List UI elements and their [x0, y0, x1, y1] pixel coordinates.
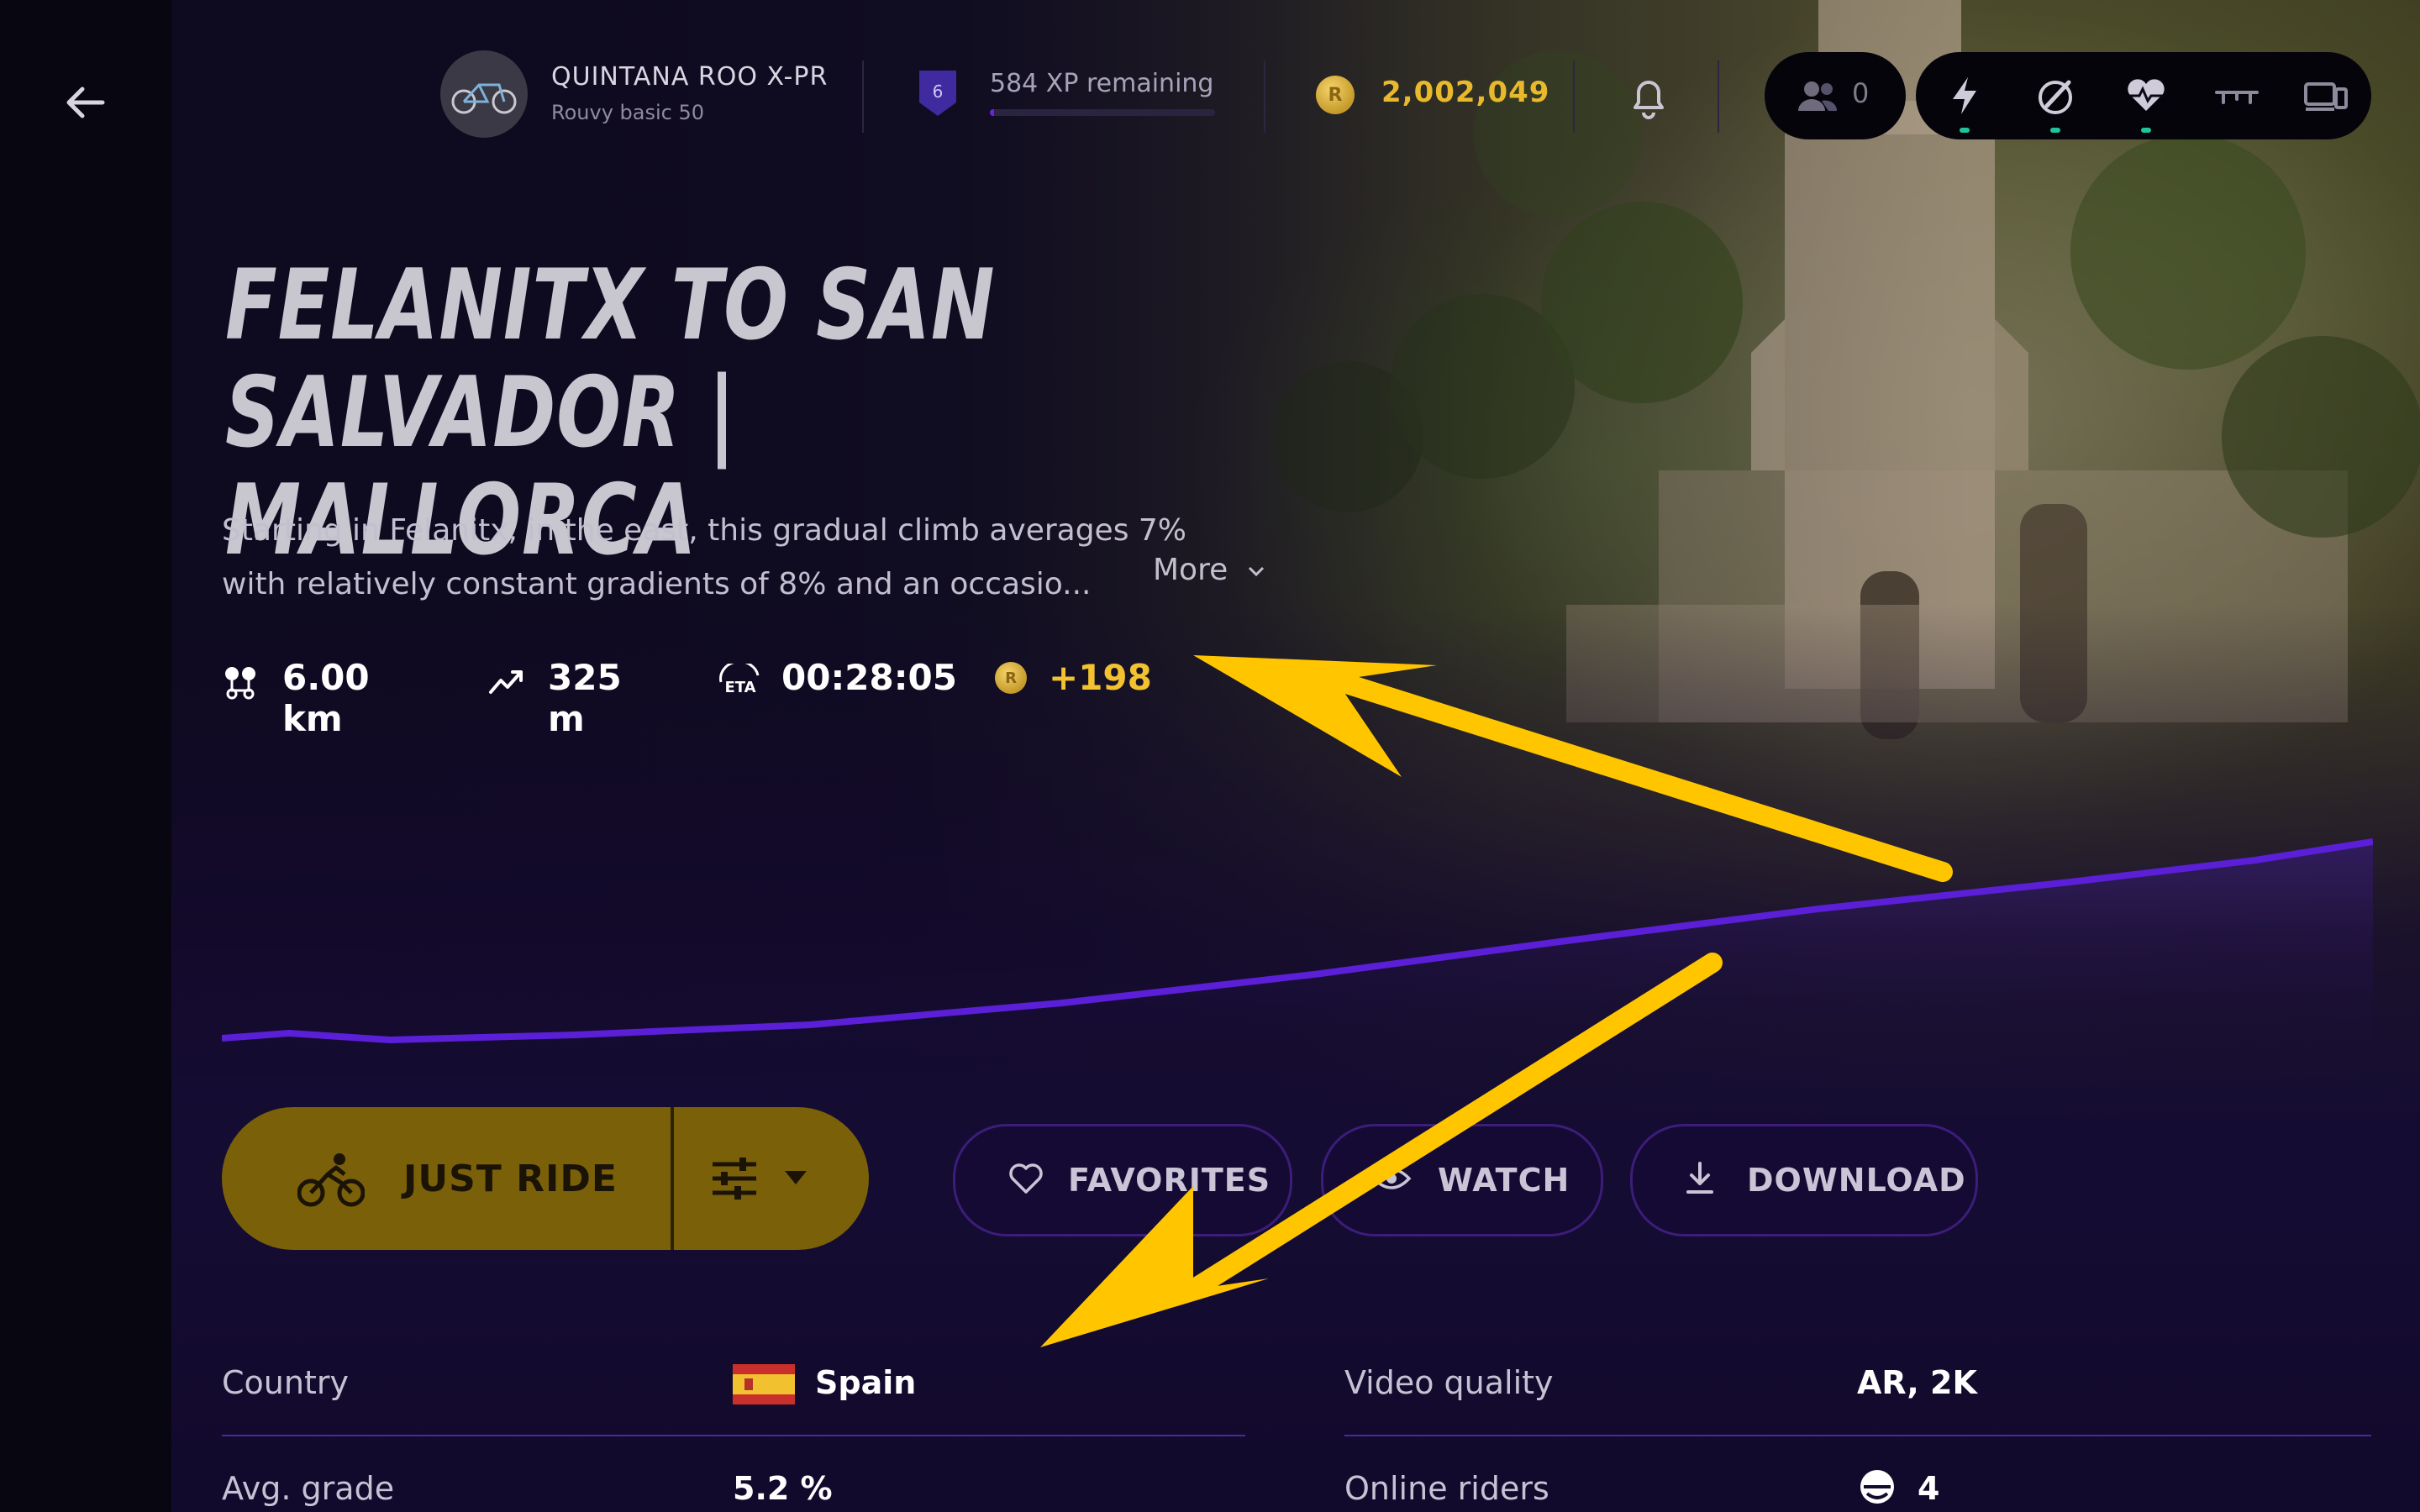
video-quality-label: Video quality [1344, 1364, 1554, 1401]
rider-helmet-icon [1860, 1470, 1894, 1504]
bike-avatar[interactable] [440, 50, 528, 138]
route-description: Starting in Felanitx, in the east, this … [222, 513, 1187, 601]
distance-icon [225, 667, 255, 700]
elevation-profile [222, 838, 2373, 1058]
power-icon[interactable] [1941, 72, 1988, 119]
watch-button[interactable]: WATCH [1321, 1124, 1603, 1236]
screen-icon[interactable] [2302, 72, 2349, 119]
top-bar: QUINTANA ROO X-PR Rouvy basic 50 6 584 X… [171, 0, 2420, 193]
power-connected-indicator [1960, 128, 1970, 133]
row-divider [1344, 1435, 2371, 1436]
coin-balance: 2,002,049 [1381, 76, 1550, 109]
video-quality-value: AR, 2K [1857, 1364, 1977, 1401]
watch-label: WATCH [1438, 1162, 1570, 1199]
cadence-icon[interactable] [2032, 72, 2079, 119]
just-ride-button[interactable]: JUST RIDE [222, 1107, 669, 1250]
favorites-label: FAVORITES [1068, 1162, 1271, 1199]
divider [862, 60, 864, 133]
caret-down-icon [785, 1171, 807, 1184]
bike-icon [451, 83, 517, 114]
split-divider [671, 1107, 674, 1250]
heart-rate-connected-indicator [2141, 128, 2151, 133]
heart-rate-icon[interactable] [2123, 72, 2170, 119]
eta-icon: ETA [719, 664, 760, 696]
level-number: 6 [933, 81, 944, 102]
eye-icon [1371, 1168, 1412, 1189]
avg-grade-value: 5.2 % [733, 1470, 833, 1507]
xp-remaining: 584 XP remaining [990, 69, 1214, 98]
row-divider [222, 1435, 1245, 1436]
more-label: More [1153, 553, 1228, 587]
divider [1573, 60, 1575, 133]
just-ride-split-button: JUST RIDE [222, 1107, 869, 1250]
just-ride-label: JUST RIDE [403, 1158, 618, 1200]
download-label: DOWNLOAD [1747, 1162, 1966, 1199]
coin-reward-icon: R [995, 662, 1027, 694]
online-riders-label: Online riders [1344, 1470, 1549, 1507]
level-badge: 6 [919, 71, 956, 116]
left-rail [0, 0, 171, 1512]
heart-icon [1009, 1163, 1043, 1194]
ride-options-button[interactable] [676, 1107, 869, 1250]
chevron-down-icon [1248, 566, 1264, 577]
favorites-button[interactable]: FAVORITES [953, 1124, 1292, 1236]
download-button[interactable]: DOWNLOAD [1630, 1124, 1978, 1236]
hero-fade-overlay [171, 0, 2420, 1512]
back-arrow-icon[interactable] [59, 76, 113, 129]
trainer-icon[interactable] [2213, 72, 2260, 119]
bell-icon[interactable] [1625, 71, 1672, 121]
coin-icon: R [1316, 76, 1355, 114]
elevation-icon [489, 670, 523, 694]
bike-subtitle: Rouvy basic 50 [551, 101, 705, 124]
sliders-icon [713, 1158, 756, 1200]
coin-reward-value: +198 [1049, 657, 1152, 698]
divider [1264, 60, 1265, 133]
cyclist-icon [297, 1153, 365, 1207]
country-label: Country [222, 1364, 349, 1401]
more-button[interactable]: More [1153, 553, 1268, 587]
eta-value: 00:28:05 [781, 657, 957, 698]
friends-count: 0 [1852, 77, 1870, 109]
divider [1718, 60, 1719, 133]
friends-icon [1798, 81, 1838, 111]
xp-progress-fill [990, 109, 995, 116]
svg-text:ETA: ETA [724, 679, 755, 696]
online-riders-value: 4 [1918, 1470, 1940, 1507]
bike-name: QUINTANA ROO X-PR [551, 62, 829, 92]
distance-value: 6.00 km [282, 657, 370, 739]
hero-image [171, 0, 2420, 1512]
xp-progress-bar [990, 109, 1215, 116]
avg-grade-label: Avg. grade [222, 1470, 395, 1507]
elevation-value: 325 m [548, 657, 622, 739]
spain-flag-icon [733, 1364, 795, 1404]
country-value: Spain [815, 1364, 917, 1401]
cadence-connected-indicator [2050, 128, 2060, 133]
download-icon [1686, 1162, 1713, 1194]
